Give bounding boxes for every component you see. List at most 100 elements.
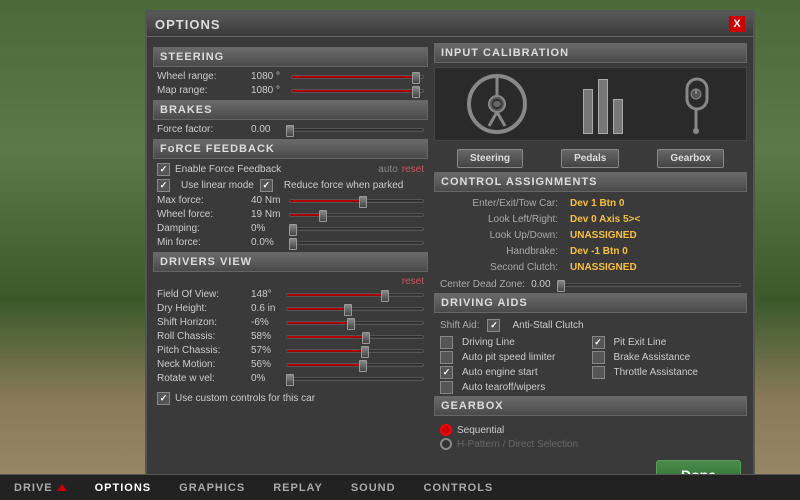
force-feedback-header: FoRCE FEEDBACK — [153, 139, 428, 159]
rotate-vel-slider[interactable] — [286, 377, 424, 381]
dry-height-row: Dry Height: 0.6 in — [153, 303, 428, 314]
damping-slider[interactable] — [289, 227, 424, 231]
tab-options[interactable]: OPTIONS — [81, 477, 166, 499]
force-factor-slider[interactable] — [286, 128, 424, 132]
tab-replay[interactable]: REPLAY — [259, 477, 337, 499]
aid-item-tearoff: Auto tearoff/wipers — [440, 381, 590, 394]
force-factor-label: Force factor: — [157, 124, 247, 135]
dry-height-slider[interactable] — [286, 307, 424, 311]
steering-cal-button[interactable]: Steering — [457, 149, 523, 168]
gearbox-section: Sequential H-Pattern / Direct Selection — [434, 420, 747, 456]
map-range-row: Map range: 1080 ° — [153, 85, 428, 96]
min-force-value: 0.0% — [251, 237, 289, 248]
brake-assistance-checkbox[interactable] — [592, 351, 605, 364]
assignment-value-2[interactable]: UNASSIGNED — [564, 228, 747, 244]
pitch-chassis-row: Pitch Chassis: 57% — [153, 345, 428, 356]
steering-header: STEERING — [153, 47, 428, 67]
ffb-enable-row: Enable Force Feedback auto reset — [153, 163, 428, 176]
enable-ffb-checkbox[interactable] — [157, 163, 170, 176]
throttle-assistance-checkbox[interactable] — [592, 366, 605, 379]
assignment-value-1[interactable]: Dev 0 Axis 5>< — [564, 212, 747, 228]
custom-controls-row: Use custom controls for this car — [153, 392, 428, 405]
hpattern-label: H-Pattern / Direct Selection — [457, 439, 578, 450]
roll-chassis-row: Roll Chassis: 58% — [153, 331, 428, 342]
shift-aid-label: Shift Aid: — [440, 320, 479, 331]
wheel-force-row: Wheel force: 19 Nm — [153, 209, 428, 220]
tab-drive[interactable]: DRIVE — [0, 477, 81, 499]
input-calibration-header: INPUT CALIBRATION — [434, 43, 747, 63]
map-range-value: 1080 ° — [251, 85, 291, 96]
rotate-vel-row: Rotate w vel: 0% — [153, 373, 428, 384]
max-force-slider[interactable] — [289, 199, 424, 203]
custom-controls-checkbox[interactable] — [157, 392, 170, 405]
left-panel: STEERING Wheel range: 1080 ° Map range: … — [153, 43, 428, 471]
gearbox-cal-button[interactable]: Gearbox — [657, 149, 724, 168]
aid-item-driving-line: Driving Line — [440, 336, 590, 349]
assignment-label-4: Second Clutch: — [434, 260, 564, 276]
fov-label: Field Of View: — [157, 289, 247, 300]
shift-horizon-slider[interactable] — [286, 321, 424, 325]
assignment-row: Look Up/Down: UNASSIGNED — [434, 228, 747, 244]
engine-start-label: Auto engine start — [462, 367, 538, 378]
throttle-assistance-label: Throttle Assistance — [614, 367, 698, 378]
pit-exit-checkbox[interactable] — [592, 336, 605, 349]
rotate-vel-label: Rotate w vel: — [157, 373, 247, 384]
tab-graphics[interactable]: GRAPHICS — [165, 477, 259, 499]
linear-mode-label: Use linear mode — [181, 180, 254, 191]
min-force-label: Min force: — [157, 237, 247, 248]
neck-motion-value: 56% — [251, 359, 286, 370]
map-range-slider[interactable] — [291, 89, 424, 93]
wheel-force-slider[interactable] — [289, 213, 424, 217]
wheel-range-label: Wheel range: — [157, 71, 247, 82]
reduce-force-label: Reduce force when parked — [284, 180, 404, 191]
shift-aid-row: Shift Aid: Anti-Stall Clutch — [434, 317, 747, 334]
drivers-view-reset-link[interactable]: reset — [402, 276, 424, 287]
engine-start-checkbox[interactable] — [440, 366, 453, 379]
assignment-value-3[interactable]: Dev -1 Btn 0 — [564, 244, 747, 260]
neck-motion-slider[interactable] — [286, 363, 424, 367]
tearoff-label: Auto tearoff/wipers — [462, 382, 545, 393]
assignment-value-0[interactable]: Dev 1 Btn 0 — [564, 196, 747, 212]
drivers-view-header: DRIVERS VIEW — [153, 252, 428, 272]
brake-assistance-label: Brake Assistance — [614, 352, 691, 363]
pedals-icon — [583, 74, 623, 134]
graphics-tab-label: GRAPHICS — [179, 482, 245, 494]
tearoff-checkbox[interactable] — [440, 381, 453, 394]
pedals-cal-button[interactable]: Pedals — [561, 149, 619, 168]
sequential-radio[interactable] — [440, 424, 452, 436]
ffb-reset-link[interactable]: reset — [402, 164, 424, 175]
fov-slider[interactable] — [286, 293, 424, 297]
roll-chassis-slider[interactable] — [286, 335, 424, 339]
reduce-force-checkbox[interactable] — [260, 179, 273, 192]
shift-horizon-row: Shift Horizon: -6% — [153, 317, 428, 328]
max-force-value: 40 Nm — [251, 195, 289, 206]
control-assignments-header: CONTROL ASSIGNMENTS — [434, 172, 747, 192]
drive-tab-arrow — [57, 484, 67, 491]
cdz-slider[interactable] — [557, 283, 741, 287]
wheel-range-slider[interactable] — [291, 75, 424, 79]
brakes-header: BRAKES — [153, 100, 428, 120]
assignment-value-4[interactable]: UNASSIGNED — [564, 260, 747, 276]
hpattern-radio[interactable] — [440, 438, 452, 450]
close-button[interactable]: X — [729, 16, 745, 32]
pitch-chassis-slider[interactable] — [286, 349, 424, 353]
fov-value: 148° — [251, 289, 286, 300]
min-force-slider[interactable] — [289, 241, 424, 245]
drivers-view-reset-area: reset — [153, 276, 428, 287]
tab-controls[interactable]: CONTROLS — [410, 477, 508, 499]
shift-aid-checkbox[interactable] — [487, 319, 500, 332]
driving-line-checkbox[interactable] — [440, 336, 453, 349]
assignment-label-1: Look Left/Right: — [434, 212, 564, 228]
input-calibration-area — [434, 67, 747, 141]
pitch-chassis-value: 57% — [251, 345, 286, 356]
assignment-row: Look Left/Right: Dev 0 Axis 5>< — [434, 212, 747, 228]
assignment-label-2: Look Up/Down: — [434, 228, 564, 244]
tab-sound[interactable]: SOUND — [337, 477, 410, 499]
right-panel: INPUT CALIBRATION — [434, 43, 747, 471]
options-dialog: OPTIONS X STEERING Wheel range: 1080 ° M… — [145, 10, 755, 482]
pedal-bar-3 — [613, 99, 623, 134]
pit-speed-checkbox[interactable] — [440, 351, 453, 364]
custom-controls-label: Use custom controls for this car — [175, 393, 315, 404]
roll-chassis-value: 58% — [251, 331, 286, 342]
linear-mode-checkbox[interactable] — [157, 179, 170, 192]
